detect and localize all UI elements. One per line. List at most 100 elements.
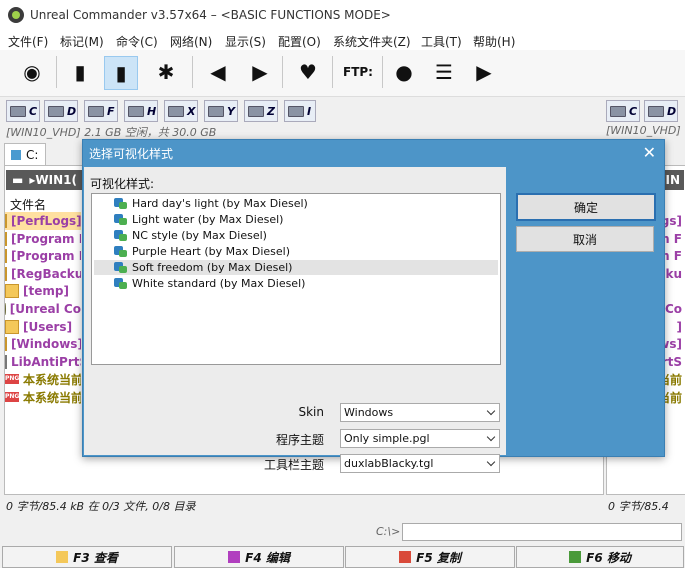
style-icon [114, 261, 128, 274]
toolbar-theme-label: 工具栏主题 [263, 458, 324, 472]
brief-view-icon[interactable]: ▮ [64, 56, 96, 88]
toolbar-theme-select[interactable]: duxlabBlacky.tgl [340, 454, 500, 473]
close-icon[interactable]: ✕ [643, 143, 656, 162]
style-icon [114, 213, 128, 226]
style-list-item[interactable]: Light water (by Max Diesel) [94, 212, 498, 227]
dialog-title: 选择可视化样式 [89, 147, 174, 161]
f3-view-button[interactable]: F3 查看 [2, 546, 172, 568]
tab-c-drive[interactable]: C: [4, 143, 46, 166]
network-drive-icon [288, 105, 304, 117]
file-row[interactable]: [Program F [5, 247, 81, 265]
drive-icon [88, 105, 104, 117]
column-header-name[interactable]: 文件名 [10, 196, 46, 213]
style-icon [114, 229, 128, 242]
file-row[interactable]: [Users] [5, 318, 81, 336]
title-bar: Unreal Commander v3.57x64 – <BASIC FUNCT… [0, 0, 685, 30]
skin-select[interactable]: Windows [340, 403, 500, 422]
menu-system-folders[interactable]: 系统文件夹(Z) [333, 33, 411, 50]
drive-button-h[interactable]: H [124, 100, 158, 122]
file-row[interactable]: [temp] [5, 282, 81, 300]
file-name: [Users] [23, 319, 73, 334]
style-name: Soft freedom (by Max Diesel) [132, 261, 293, 274]
tree-view-icon[interactable]: ✱ [150, 56, 182, 88]
style-list-item[interactable]: NC style (by Max Diesel) [94, 228, 498, 243]
drive-button-x[interactable]: X [164, 100, 198, 122]
cmdline-path: C:\> [376, 525, 401, 538]
style-icon [114, 245, 128, 258]
style-list-item[interactable]: White standard (by Max Diesel) [94, 276, 498, 291]
drive-button-z[interactable]: Z [244, 100, 278, 122]
style-list-item[interactable]: Hard day's light (by Max Diesel) [94, 196, 498, 211]
menu-commands[interactable]: 命令(C) [116, 33, 158, 50]
folder-icon [5, 284, 19, 299]
drive-button-y[interactable]: Y [204, 100, 238, 122]
drive-button-c[interactable]: C [606, 100, 640, 122]
tab-label: C: [26, 148, 39, 162]
drive-button-c[interactable]: C [6, 100, 40, 122]
cancel-button[interactable]: 取消 [516, 226, 654, 252]
file-name: [Program F [11, 249, 81, 264]
search-icon[interactable]: ● [388, 56, 420, 88]
file-row[interactable]: PNG 本系统当前 [5, 388, 81, 406]
forward-icon[interactable]: ▶ [244, 56, 276, 88]
refresh-icon[interactable]: ◉ [16, 56, 48, 88]
ftp-label: FTP: [343, 65, 373, 79]
style-list-item[interactable]: Purple Heart (by Max Diesel) [94, 244, 498, 259]
folder-icon [5, 319, 19, 334]
ftp-button[interactable]: FTP: [340, 56, 376, 88]
file-name: [PerfLogs] [11, 214, 81, 228]
left-status: 0 字节/85.4 kB 在 0/3 文件, 0/8 目录 [6, 500, 196, 513]
menu-view[interactable]: 显示(S) [225, 33, 266, 50]
back-icon[interactable]: ◀ [202, 56, 234, 88]
file-name: [RegBacku [11, 266, 81, 281]
ok-button[interactable]: 确定 [516, 193, 656, 221]
toolbar-separator [192, 56, 193, 88]
file-row[interactable]: [Windows] [5, 335, 81, 353]
file-row[interactable]: [Unreal Co [5, 300, 81, 318]
f5-copy-button[interactable]: F5 复制 [345, 546, 515, 568]
file-row[interactable]: [RegBacku [5, 265, 81, 283]
drive-letter: Y [227, 104, 235, 118]
style-list-item[interactable]: Soft freedom (by Max Diesel) [94, 260, 498, 275]
dialog-body: 可视化样式: Hard day's light (by Max Diesel) L… [84, 167, 506, 472]
f6-move-button[interactable]: F6 移动 [516, 546, 684, 568]
file-row[interactable]: [PerfLogs] [5, 212, 81, 230]
f4-edit-button[interactable]: F4 编辑 [174, 546, 344, 568]
menu-mark[interactable]: 标记(M) [60, 33, 104, 50]
theme-select[interactable]: Only simple.pgl [340, 429, 500, 448]
menu-network[interactable]: 网络(N) [170, 33, 212, 50]
menu-configuration[interactable]: 配置(O) [278, 33, 321, 50]
terminal-icon[interactable]: ▶ [468, 56, 500, 88]
drive-button-d[interactable]: D [44, 100, 78, 122]
view-icon [56, 551, 69, 563]
drive-icon [610, 105, 626, 117]
skin-value: Windows [344, 406, 394, 419]
menu-help[interactable]: 帮助(H) [473, 33, 515, 50]
file-name: [temp] [23, 284, 69, 299]
drive-letter: D [67, 104, 77, 118]
file-name: LibAntiPrtS [11, 354, 81, 369]
bookmarks-icon[interactable]: ♥ [292, 56, 324, 88]
menu-tools[interactable]: 工具(T) [421, 33, 462, 50]
drive-icon [208, 105, 224, 117]
visual-style-dialog: 选择可视化样式 ✕ 可视化样式: Hard day's light (by Ma… [82, 139, 665, 473]
file-row[interactable]: [Program F [5, 230, 81, 248]
drive-icon: ▬ [12, 173, 24, 187]
toolbar: ◉ ▮ ▮ ✱ ◀ ▶ ♥ FTP: ● ☰ ▶ [0, 50, 685, 97]
drive-button-d[interactable]: D [644, 100, 678, 122]
drive-button-network[interactable]: I [284, 100, 316, 122]
f3-label: F3 查看 [73, 550, 118, 565]
multi-rename-icon[interactable]: ☰ [428, 56, 460, 88]
style-icon [114, 277, 128, 290]
chevron-down-icon [486, 457, 496, 467]
menu-file[interactable]: 文件(F) [8, 33, 48, 50]
full-view-icon[interactable]: ▮ [104, 56, 138, 90]
styles-listbox[interactable]: Hard day's light (by Max Diesel) Light wa… [91, 193, 501, 365]
file-row[interactable]: PNG 本系统当前 [5, 370, 81, 388]
drive-button-f[interactable]: F [84, 100, 118, 122]
left-drive-bar: C D F H X Y Z I [6, 100, 326, 122]
skin-label: Skin [298, 405, 324, 419]
folder-icon [5, 214, 7, 228]
command-input[interactable] [402, 523, 682, 541]
file-row[interactable]: LibAntiPrtS [5, 353, 81, 371]
